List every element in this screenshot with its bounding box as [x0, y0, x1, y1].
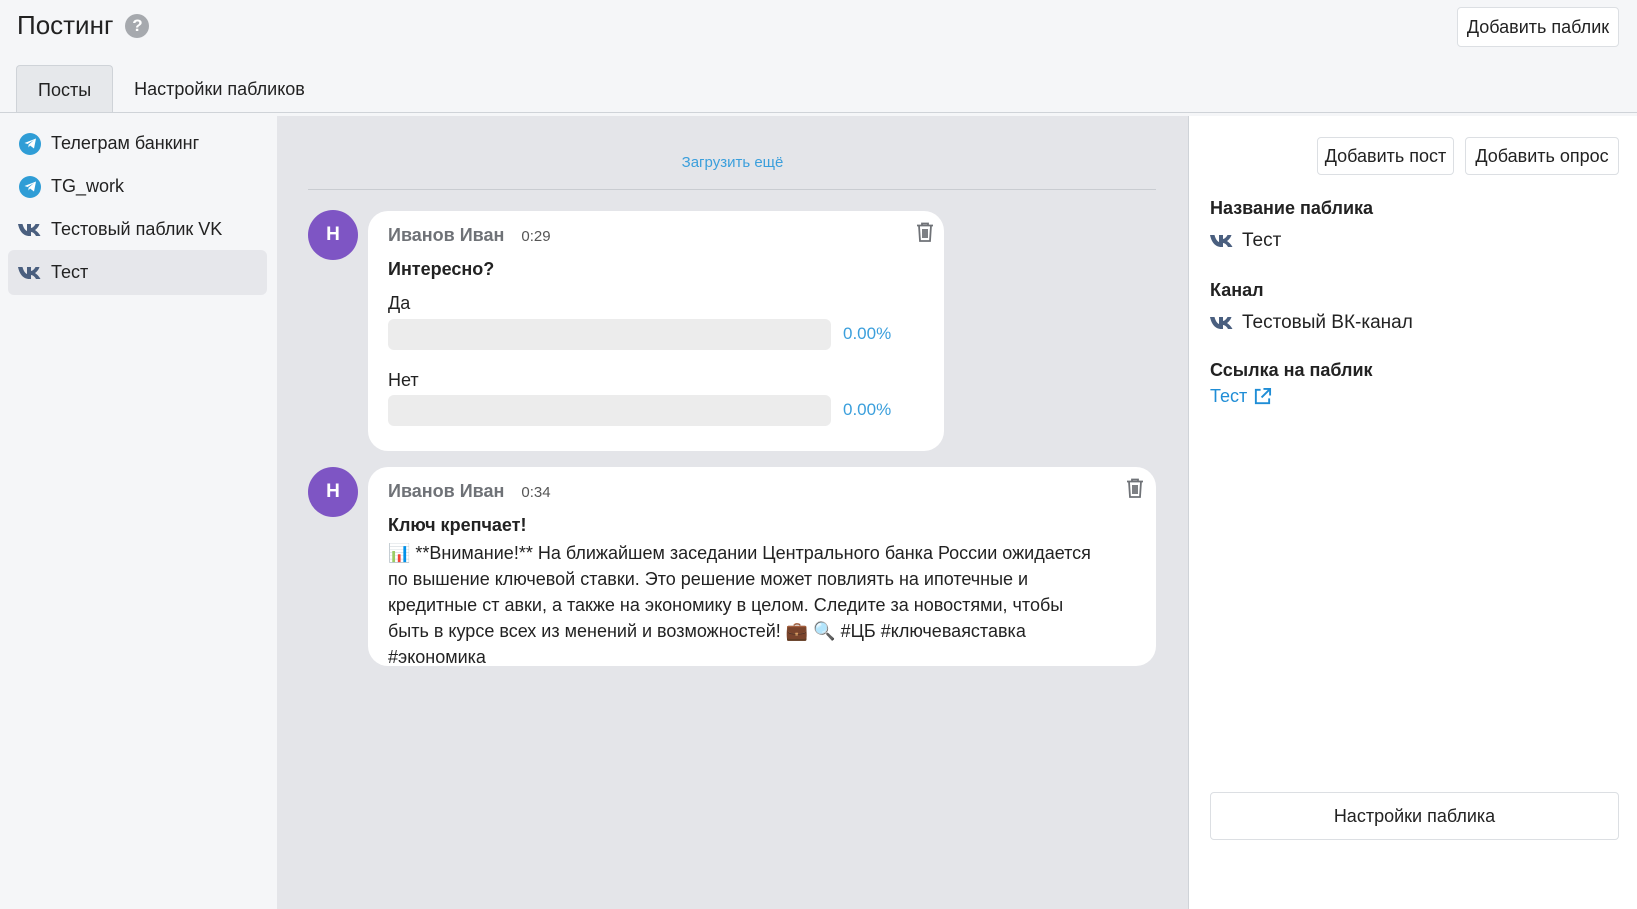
telegram-icon: [18, 132, 42, 156]
avatar: Н: [308, 210, 358, 260]
post-body: 📊 **Внимание!** На ближайшем заседании Ц…: [388, 543, 1091, 667]
poll-option-percent: 0.00%: [843, 400, 892, 419]
sidebar-item-label: Тест: [51, 262, 89, 282]
channel-label: Канал: [1210, 280, 1264, 300]
vk-icon: [1210, 315, 1234, 331]
vk-icon: [1210, 233, 1234, 249]
tabs: Посты Настройки пабликов: [16, 65, 326, 114]
public-name-text: Тест: [1242, 230, 1282, 251]
post-card: Иванов Иван 0:29 Интересно? Да 0.00% Нет …: [368, 211, 944, 451]
sidebar: Телеграм банкинг TG_work Тестовый паблик…: [0, 113, 277, 909]
channel-value: Тестовый ВК-канал: [1210, 312, 1413, 334]
public-name-value: Тест: [1210, 230, 1281, 252]
add-post-button[interactable]: Добавить пост: [1317, 137, 1454, 175]
post-author: Иванов Иван 0:34: [388, 481, 551, 502]
post-time: 0:29: [521, 228, 551, 245]
poll-option-percent: 0.00%: [843, 324, 892, 343]
telegram-icon: [18, 175, 42, 199]
post-author-name: Иванов Иван: [388, 481, 505, 501]
poll-option-label: Да: [388, 293, 411, 313]
public-name-label: Название паблика: [1210, 198, 1374, 218]
post-author-name: Иванов Иван: [388, 225, 505, 245]
sidebar-item-test-vk-public[interactable]: Тестовый паблик VK: [8, 207, 267, 252]
feed-divider: [308, 189, 1156, 190]
post-time: 0:34: [521, 484, 551, 501]
add-public-button[interactable]: Добавить паблик: [1457, 7, 1619, 47]
add-poll-button[interactable]: Добавить опрос: [1465, 137, 1619, 175]
public-link[interactable]: Тест: [1210, 386, 1272, 407]
tab-public-settings[interactable]: Настройки пабликов: [113, 65, 326, 113]
page-header: Постинг ? Добавить паблик Посты Настройк…: [0, 0, 1637, 114]
avatar: Н: [308, 467, 358, 517]
trash-icon[interactable]: [916, 222, 934, 242]
sidebar-item-label: TG_work: [51, 176, 125, 196]
poll-option-bar[interactable]: [388, 395, 831, 426]
post-card: Иванов Иван 0:34 Ключ крепчает! 📊 **Внима…: [368, 467, 1156, 667]
vk-icon: [18, 261, 42, 285]
post-author: Иванов Иван 0:29: [388, 225, 551, 246]
help-icon[interactable]: ?: [125, 13, 150, 38]
sidebar-item-test[interactable]: Тест: [8, 250, 267, 295]
tab-posts[interactable]: Посты: [16, 65, 114, 114]
public-details-panel: Добавить пост Добавить опрос Название па…: [1188, 116, 1637, 909]
load-more-link[interactable]: Загрузить ещё: [277, 154, 1188, 171]
post-title: Ключ крепчает!: [388, 515, 527, 535]
poll-option-label: Нет: [388, 370, 419, 390]
channel-text: Тестовый ВК-канал: [1242, 312, 1413, 333]
posts-feed: Загрузить ещё Н Иванов Иван 0:29 Интересн…: [277, 116, 1188, 909]
vk-icon: [18, 218, 42, 242]
public-settings-button[interactable]: Настройки паблика: [1210, 792, 1619, 840]
external-link-icon: [1255, 387, 1272, 405]
trash-icon[interactable]: [1126, 478, 1144, 498]
page-title: Постинг ?: [17, 10, 150, 41]
sidebar-item-label: Тестовый паблик VK: [51, 219, 223, 239]
poll-option-bar[interactable]: [388, 319, 831, 350]
page-title-text: Постинг: [17, 10, 114, 40]
public-link-label: Ссылка на паблик: [1210, 360, 1373, 380]
public-link-text: Тест: [1210, 386, 1248, 406]
poll-question: Интересно?: [388, 259, 495, 279]
sidebar-item-label: Телеграм банкинг: [51, 133, 200, 153]
sidebar-item-tg-work[interactable]: TG_work: [8, 164, 267, 209]
sidebar-item-telegram-banking[interactable]: Телеграм банкинг: [8, 121, 267, 166]
